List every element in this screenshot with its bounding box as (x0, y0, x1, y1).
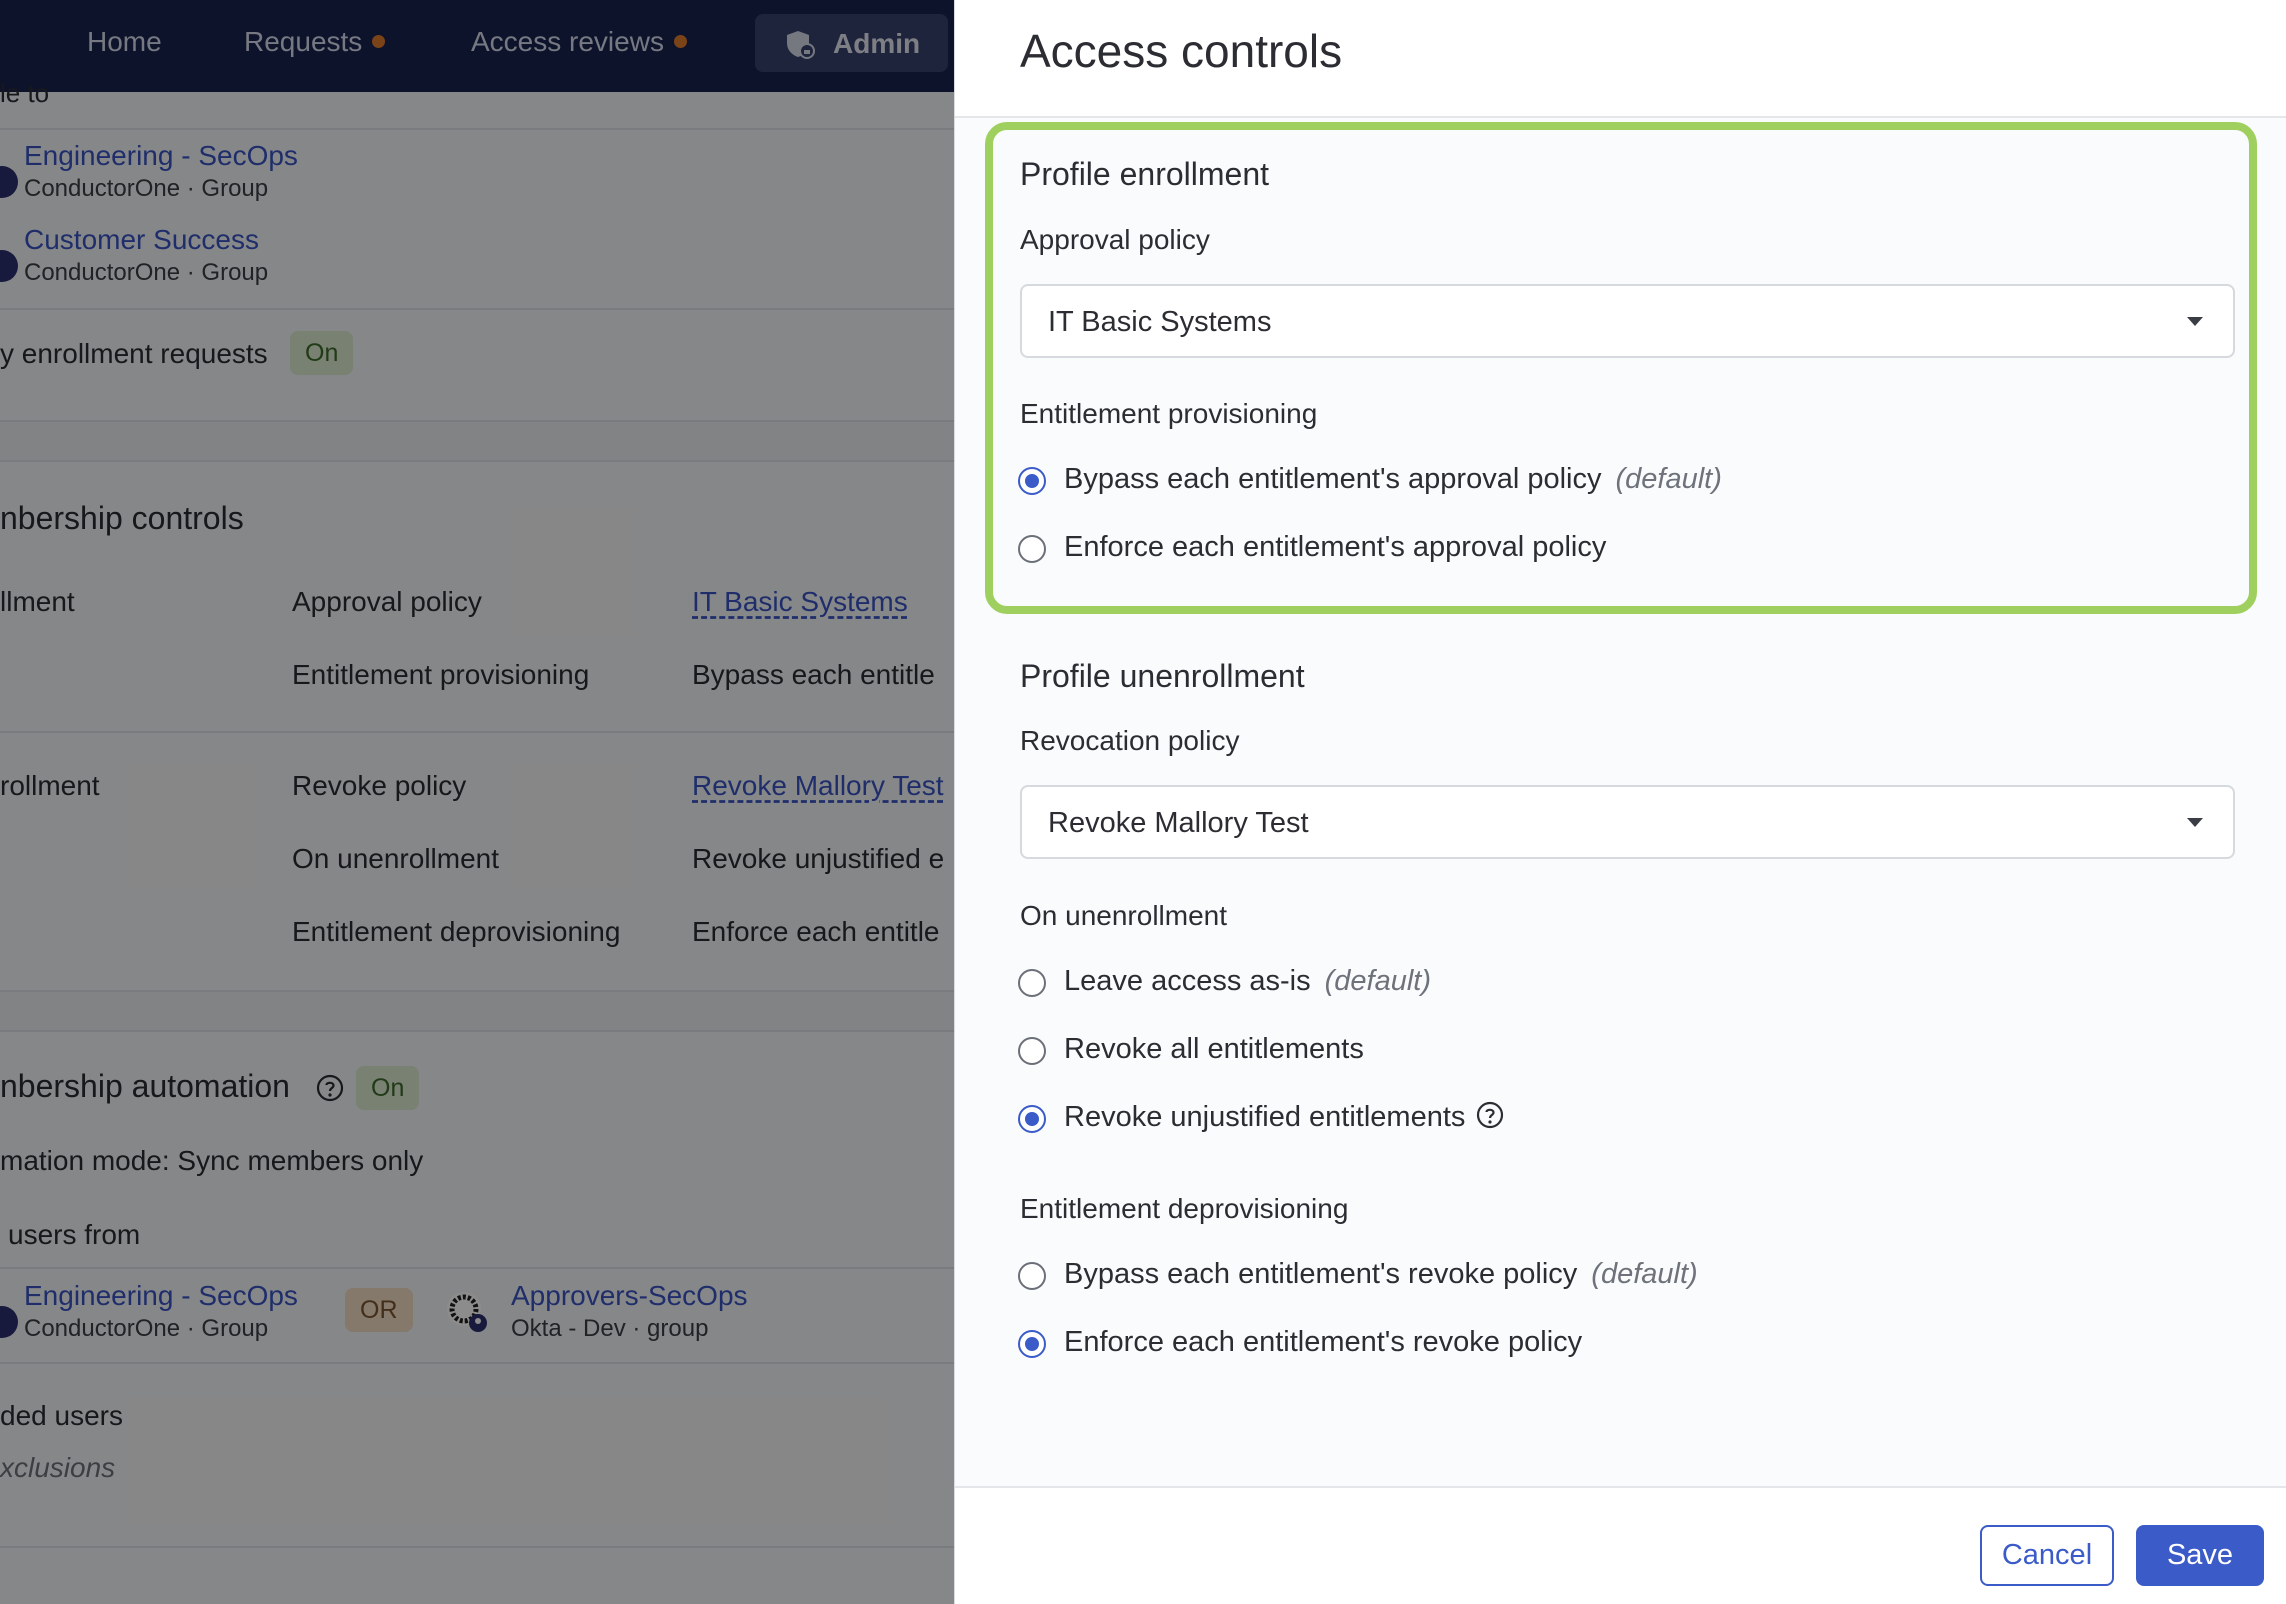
radio-button[interactable] (1018, 1262, 1046, 1290)
unenrollment-section-title: Profile unenrollment (1020, 658, 1305, 694)
caret-down-icon (2187, 818, 2203, 827)
drawer-footer: Cancel Save (955, 1486, 2286, 1604)
radio-label: Revoke all entitlements (1064, 1033, 1364, 1065)
radio-button[interactable] (1018, 535, 1046, 563)
save-button[interactable]: Save (2136, 1525, 2264, 1586)
radio-label: Enforce each entitlement's revoke policy (1064, 1326, 1583, 1358)
radio-label: Enforce each entitlement's approval poli… (1064, 531, 1607, 563)
revocation-policy-label: Revocation policy (1020, 725, 1240, 756)
entitlement-deprovisioning-label: Entitlement deprovisioning (1020, 1193, 1349, 1224)
radio-button[interactable] (1018, 1037, 1046, 1065)
radio-button[interactable] (1018, 969, 1046, 997)
caret-down-icon (2187, 317, 2203, 326)
modal-backdrop[interactable] (0, 0, 954, 1604)
enrollment-section-title: Profile enrollment (1020, 156, 1269, 192)
revocation-policy-value: Revoke Mallory Test (1048, 807, 1309, 839)
radio-button-selected[interactable] (1018, 467, 1046, 495)
radio-button-selected[interactable] (1018, 1330, 1046, 1358)
approval-policy-select[interactable]: IT Basic Systems (1020, 284, 2235, 358)
radio-button-selected[interactable] (1018, 1105, 1046, 1133)
revocation-policy-select[interactable]: Revoke Mallory Test (1020, 785, 2235, 859)
help-icon[interactable] (1475, 1100, 1505, 1130)
approval-policy-value: IT Basic Systems (1048, 306, 1272, 338)
entitlement-provisioning-label: Entitlement provisioning (1020, 398, 1318, 429)
cancel-button[interactable]: Cancel (1980, 1525, 2114, 1586)
drawer-header: Access controls (955, 0, 2286, 118)
radio-label: Leave access as-is (default) (1064, 965, 1432, 997)
radio-label: Bypass each entitlement's revoke policy(… (1064, 1258, 1698, 1290)
on-unenrollment-label: On unenrollment (1020, 900, 1228, 931)
radio-label: Revoke unjustified entitlements (1064, 1101, 1505, 1134)
radio-label: Bypass each entitlement's approval polic… (1064, 463, 1722, 495)
approval-policy-label: Approval policy (1020, 224, 1210, 255)
access-controls-drawer: Access controls Profile enrollment Appro… (954, 0, 2286, 1604)
drawer-title: Access controls (1020, 25, 1343, 77)
